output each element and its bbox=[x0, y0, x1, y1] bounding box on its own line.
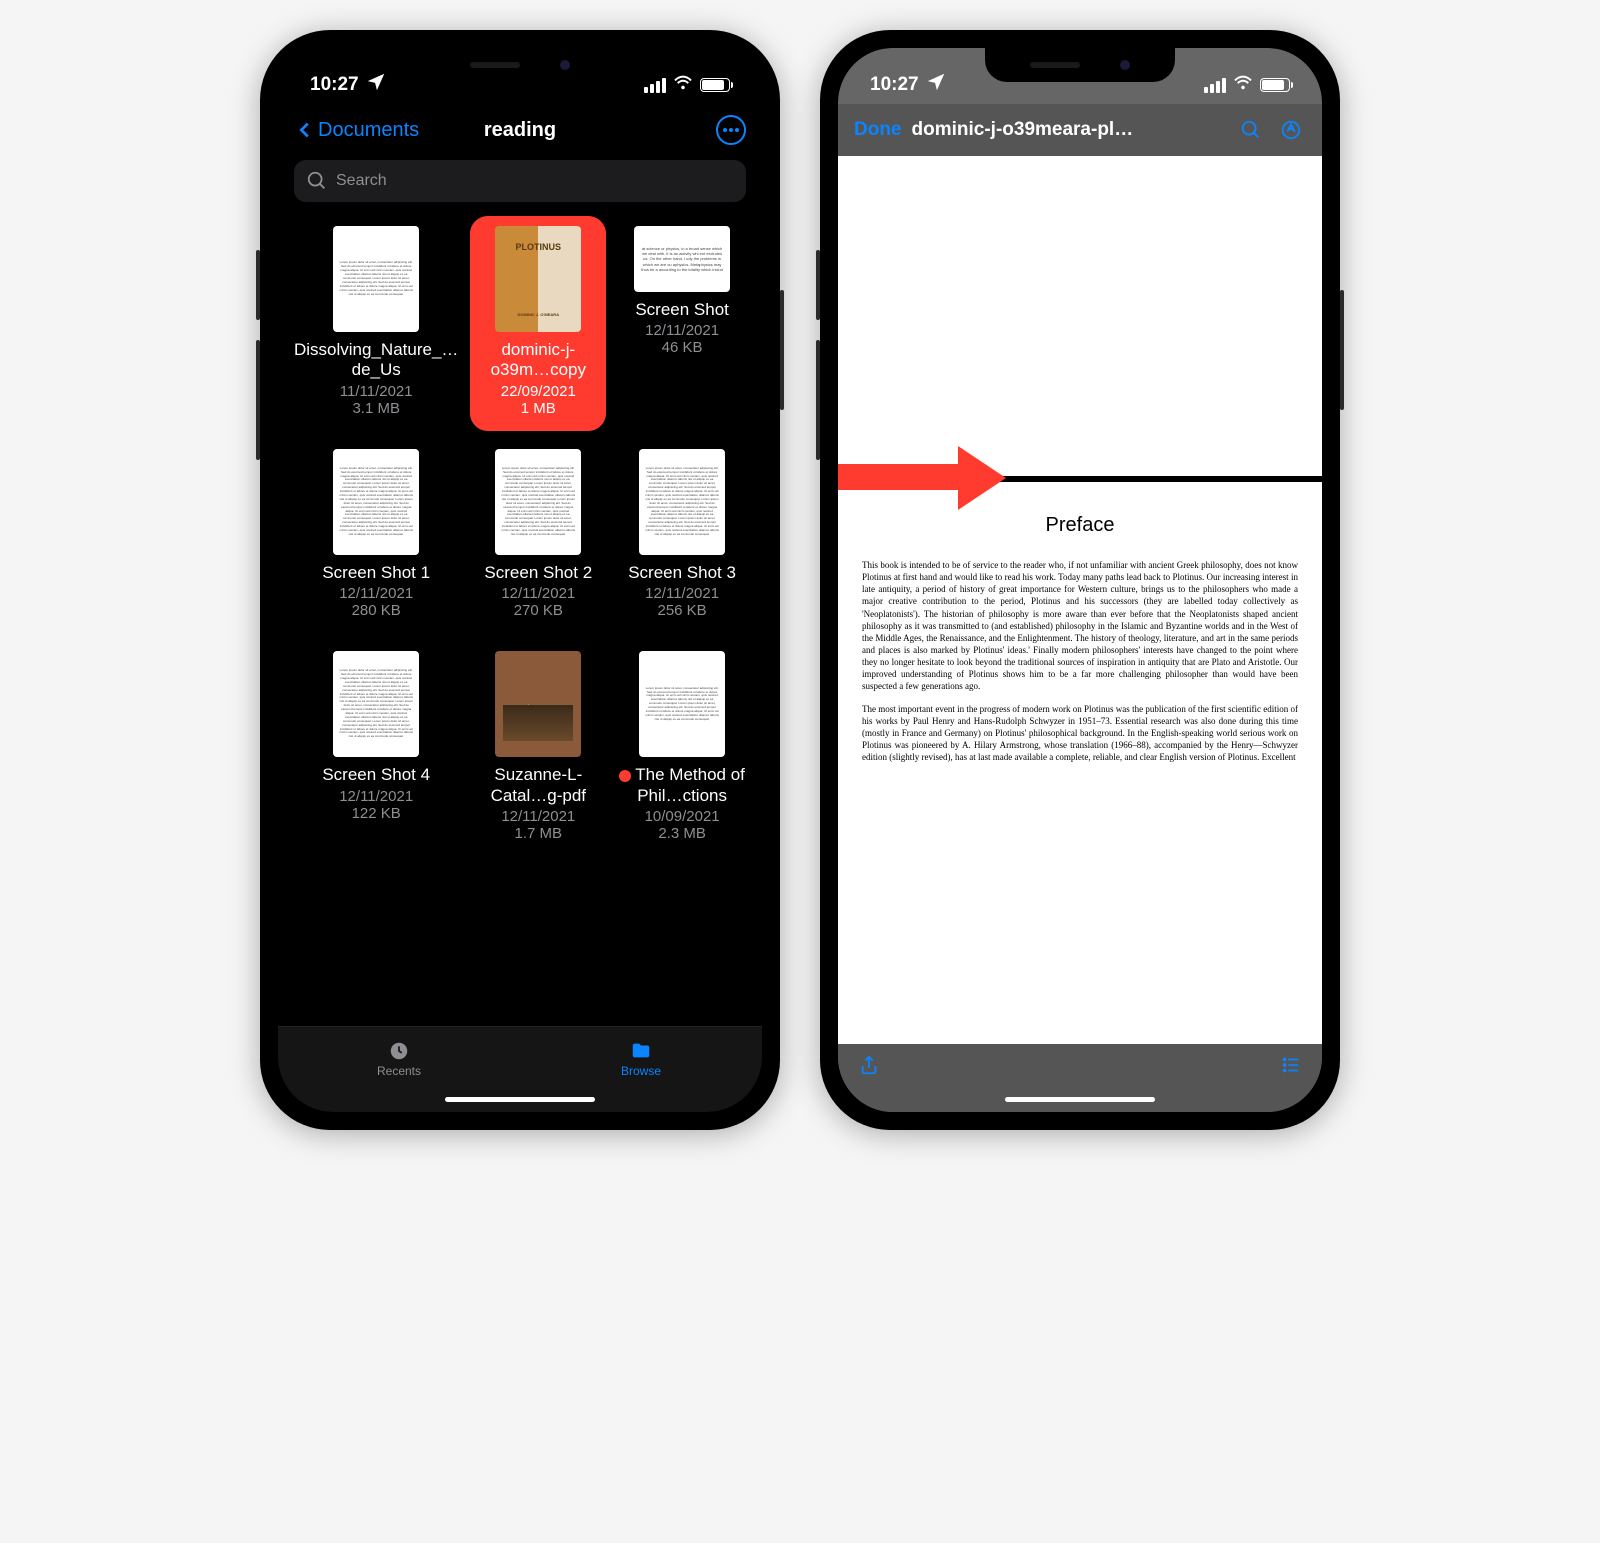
file-item[interactable]: at science or physics, in a broad sense … bbox=[614, 216, 750, 431]
tab-recents-label: Recents bbox=[377, 1064, 421, 1078]
file-thumb-book: Merleau-Ponty bbox=[495, 651, 581, 757]
file-date: 11/11/2021 bbox=[340, 383, 413, 400]
pdf-page-preface: Preface This book is intended to be of s… bbox=[838, 482, 1322, 1044]
battery-icon bbox=[700, 78, 730, 92]
file-size: 256 KB bbox=[657, 602, 706, 619]
file-size: 46 KB bbox=[662, 339, 703, 356]
file-thumb-text: Lorem ipsum dolor sit amet, consectetur … bbox=[333, 449, 419, 555]
preface-heading: Preface bbox=[862, 512, 1298, 539]
back-button[interactable]: Documents bbox=[294, 119, 419, 142]
file-item[interactable]: Merleau-Ponty Suzanne-L-Catal…g-pdf 12/1… bbox=[470, 641, 606, 856]
search-input[interactable]: Search bbox=[294, 160, 746, 202]
signal-icon bbox=[1204, 78, 1226, 93]
file-item[interactable]: Lorem ipsum dolor sit amet, consectetur … bbox=[614, 641, 750, 856]
status-time: 10:27 bbox=[870, 74, 919, 96]
tab-browse[interactable]: Browse bbox=[520, 1027, 762, 1090]
file-thumb-image: at science or physics, in a broad sense … bbox=[634, 226, 730, 292]
wifi-icon bbox=[1232, 71, 1254, 99]
file-date: 12/11/2021 bbox=[339, 585, 413, 602]
files-app-screen: 10:27 Documents reading bbox=[278, 48, 762, 1112]
tab-browse-label: Browse bbox=[621, 1064, 661, 1078]
file-thumb-text: Lorem ipsum dolor sit amet, consectetur … bbox=[639, 449, 725, 555]
file-thumb-text: Lorem ipsum dolor sit amet, consectetur … bbox=[495, 449, 581, 555]
document-title: dominic-j-o39meara-pl… bbox=[912, 119, 1227, 141]
file-size: 270 KB bbox=[514, 602, 563, 619]
tab-recents[interactable]: Recents bbox=[278, 1027, 520, 1090]
viewer-body[interactable]: Preface This book is intended to be of s… bbox=[838, 156, 1322, 1044]
file-thumb-text: Lorem ipsum dolor sit amet, consectetur … bbox=[333, 651, 419, 757]
preface-para-2: The most important event in the progress… bbox=[862, 703, 1298, 764]
file-date: 12/11/2021 bbox=[645, 585, 719, 602]
home-indicator[interactable] bbox=[445, 1097, 595, 1102]
wifi-icon bbox=[672, 71, 694, 99]
file-name: Screen Shot 3 bbox=[628, 563, 736, 583]
file-size: 280 KB bbox=[352, 602, 401, 619]
file-item[interactable]: Lorem ipsum dolor sit amet, consectetur … bbox=[290, 439, 462, 633]
file-item[interactable]: Lorem ipsum dolor sit amet, consectetur … bbox=[614, 439, 750, 633]
location-icon bbox=[365, 71, 387, 99]
file-date: 22/09/2021 bbox=[501, 383, 576, 400]
file-name: Dissolving_Nature_…de_Us bbox=[294, 340, 458, 381]
file-date: 12/11/2021 bbox=[501, 808, 575, 825]
clock-icon bbox=[388, 1040, 410, 1062]
file-size: 122 KB bbox=[352, 805, 401, 822]
files-grid[interactable]: Lorem ipsum dolor sit amet, consectetur … bbox=[278, 216, 762, 1026]
page-title: reading bbox=[484, 119, 556, 142]
file-size: 3.1 MB bbox=[352, 400, 400, 417]
file-name: Screen Shot 1 bbox=[322, 563, 430, 583]
pdf-viewer-screen: 10:27 Done dominic-j-o39meara-pl… bbox=[838, 48, 1322, 1112]
location-icon bbox=[925, 71, 947, 99]
back-label: Documents bbox=[318, 119, 419, 142]
file-item[interactable]: Lorem ipsum dolor sit amet, consectetur … bbox=[290, 216, 462, 431]
search-icon bbox=[306, 170, 328, 192]
share-button[interactable] bbox=[858, 1054, 880, 1081]
file-date: 12/11/2021 bbox=[501, 585, 575, 602]
preface-para-1: This book is intended to be of service t… bbox=[862, 559, 1298, 693]
file-thumb-book: PLOTINUSDOMINIC J. O'MEARA bbox=[495, 226, 581, 332]
file-name: Screen Shot 2 bbox=[484, 563, 592, 583]
status-time: 10:27 bbox=[310, 74, 359, 96]
file-item[interactable]: PLOTINUSDOMINIC J. O'MEARA dominic-j-o39… bbox=[470, 216, 606, 431]
file-size: 1.7 MB bbox=[515, 825, 563, 842]
viewer-navbar: Done dominic-j-o39meara-pl… bbox=[838, 104, 1322, 156]
more-button[interactable] bbox=[716, 115, 746, 145]
file-name: Screen Shot 4 bbox=[322, 765, 430, 785]
pdf-page-blank bbox=[838, 156, 1322, 476]
done-button[interactable]: Done bbox=[854, 119, 902, 141]
folder-icon bbox=[630, 1040, 652, 1062]
phone-frame-right: 10:27 Done dominic-j-o39meara-pl… bbox=[820, 30, 1340, 1130]
file-name: The Method of Phil…ctions bbox=[618, 765, 746, 806]
file-date: 12/11/2021 bbox=[645, 322, 719, 339]
list-button[interactable] bbox=[1280, 1054, 1302, 1081]
file-name: dominic-j-o39m…copy bbox=[474, 340, 602, 381]
file-thumb-doc: Lorem ipsum dolor sit amet, consectetur … bbox=[639, 651, 725, 757]
file-item[interactable]: Lorem ipsum dolor sit amet, consectetur … bbox=[290, 641, 462, 856]
markup-button[interactable] bbox=[1276, 119, 1306, 141]
home-indicator[interactable] bbox=[1005, 1097, 1155, 1102]
file-name: Screen Shot bbox=[635, 300, 729, 320]
file-size: 1 MB bbox=[521, 400, 556, 417]
search-button[interactable] bbox=[1236, 119, 1266, 141]
search-placeholder: Search bbox=[336, 172, 387, 190]
battery-icon bbox=[1260, 78, 1290, 92]
status-dot-icon bbox=[619, 770, 631, 782]
file-date: 10/09/2021 bbox=[645, 808, 720, 825]
file-thumb-doc: Lorem ipsum dolor sit amet, consectetur … bbox=[333, 226, 419, 332]
file-name: Suzanne-L-Catal…g-pdf bbox=[474, 765, 602, 806]
phone-frame-left: 10:27 Documents reading bbox=[260, 30, 780, 1130]
file-item[interactable]: Lorem ipsum dolor sit amet, consectetur … bbox=[470, 439, 606, 633]
notch bbox=[985, 48, 1175, 82]
notch bbox=[425, 48, 615, 82]
signal-icon bbox=[644, 78, 666, 93]
navbar: Documents reading bbox=[278, 104, 762, 156]
annotation-arrow-icon bbox=[838, 446, 1018, 506]
file-date: 12/11/2021 bbox=[339, 788, 413, 805]
file-size: 2.3 MB bbox=[658, 825, 706, 842]
